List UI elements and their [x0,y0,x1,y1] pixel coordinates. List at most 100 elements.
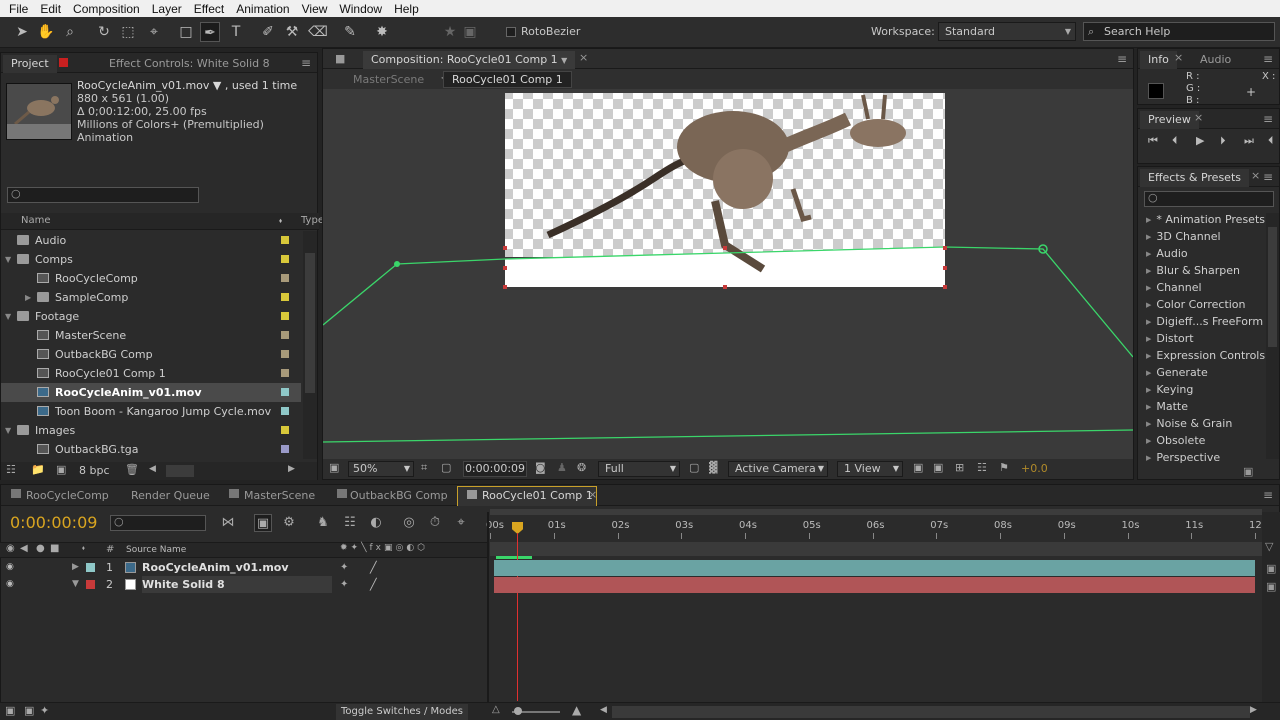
shy-switch-icon[interactable]: ✦ [340,576,348,593]
eye-icon[interactable]: ◉ [6,576,14,593]
label-color-swatch[interactable] [281,236,289,244]
twirl-icon[interactable]: ▶ [72,559,79,576]
mask-visibility-icon[interactable]: ▢ [441,461,451,474]
panel-menu-icon[interactable]: ≡ [301,56,311,70]
label-color-swatch[interactable] [281,274,289,282]
show-snapshot-icon[interactable]: ♟ [557,461,567,474]
always-preview-icon[interactable]: ▣ [329,461,339,474]
label-tag-icon[interactable]: ⬪ [279,214,282,228]
project-item[interactable]: MasterScene [1,326,301,345]
comp-mini-flowchart-icon[interactable]: ⋈ [219,514,237,532]
tab-project[interactable]: Project [3,55,57,73]
rotate-tool-icon[interactable]: ↻ [94,22,114,42]
project-item[interactable]: Toon Boom - Kangaroo Jump Cycle.mov [1,402,301,421]
new-composition-icon[interactable]: ▣ [56,463,66,476]
scroll-left-icon[interactable]: ◀ [149,464,156,474]
tab-effects-presets[interactable]: Effects & Presets [1140,169,1249,187]
previous-frame-icon[interactable]: ⏴ [1172,134,1178,148]
hand-tool-icon[interactable]: ✋ [36,22,56,42]
layer-keyframe-icon[interactable]: ▣ [1266,562,1276,575]
effects-category[interactable]: Perspective [1146,449,1220,463]
timeline-search-input[interactable] [110,515,206,531]
puppet-pin-tool-icon[interactable]: ✸ [372,22,392,42]
quality-switch-icon[interactable]: ╱ [370,559,377,576]
project-item[interactable]: ▼ Comps [1,250,301,269]
effects-category[interactable]: Keying [1146,381,1193,398]
tab-roocycle01-comp[interactable]: RooCycle01 Comp 1 [474,487,601,505]
close-icon[interactable]: × [1251,169,1260,182]
graph-editor-icon[interactable]: ⌖ [452,514,470,532]
effects-scrollbar[interactable] [1266,213,1279,459]
zoom-out-icon[interactable]: △ [492,704,500,715]
pixel-aspect-icon[interactable]: ▣ [913,461,923,474]
auto-keyframe-icon[interactable]: ⏱ [426,514,444,532]
close-icon[interactable]: × [1194,111,1203,124]
label-color-swatch[interactable] [281,312,289,320]
effects-category[interactable]: * Animation Presets [1146,211,1265,228]
breadcrumb-masterscene[interactable]: MasterScene [353,73,424,86]
new-bin-icon[interactable]: ▣ [1243,465,1253,478]
effects-search-input[interactable] [1144,191,1274,207]
delete-icon[interactable]: 🗑 [125,463,139,476]
expanded-twirl-icon[interactable]: ▼ [5,307,11,326]
layer-label-color[interactable] [86,580,95,589]
quality-switch-icon[interactable]: ╱ [370,576,377,593]
expand-modes-icon[interactable]: ▣ [24,704,34,717]
project-item[interactable]: OutbackBG.tga [1,440,301,459]
panel-menu-icon[interactable]: ≡ [1263,112,1273,126]
effects-category[interactable]: Blur & Sharpen [1146,262,1240,279]
fast-previews-icon[interactable]: ▣ [933,461,943,474]
layer-label-color[interactable] [86,563,95,572]
project-item[interactable]: ▼ Footage [1,307,301,326]
camera-tool-icon[interactable]: ⬚ [118,22,138,42]
twirl-icon[interactable]: ▼ [72,576,79,593]
brush-tool-icon[interactable]: ✐ [258,22,278,42]
pan-behind-tool-icon[interactable]: ⌖ [144,22,164,42]
expand-time-icon[interactable]: ✦ [40,704,49,717]
label-color-swatch[interactable] [281,255,289,263]
label-color-swatch[interactable] [281,369,289,377]
work-area-range[interactable] [490,542,1262,556]
label-color-swatch[interactable] [281,293,289,301]
menu-file[interactable]: File [3,2,34,16]
work-area-bar[interactable] [490,509,1262,515]
transparency-grid-icon[interactable]: ▓ [709,461,717,474]
footage-name[interactable]: RooCycleAnim_v01.mov ▼ , used 1 time [77,79,297,92]
timeline-icon[interactable]: ⊞ [955,461,964,474]
grid-icon[interactable]: ⌗ [421,461,427,475]
menu-composition[interactable]: Composition [67,2,146,16]
menu-effect[interactable]: Effect [188,2,230,16]
live-update-icon[interactable]: ▣ [254,514,272,532]
search-help-input[interactable]: ⌕ Search Help [1083,22,1275,41]
project-scrollbar[interactable] [303,231,317,459]
flowchart-icon[interactable]: ☷ [977,461,987,474]
layer-keyframe-icon[interactable]: ▣ [1266,580,1276,593]
panel-menu-icon[interactable]: ≡ [1263,52,1273,66]
zoom-slider-handle[interactable] [514,707,522,715]
effects-category[interactable]: Noise & Grain [1146,415,1232,432]
menu-edit[interactable]: Edit [34,2,67,16]
timeline-layer-row[interactable]: ◉ ▶ 1 RooCycleAnim_v01.mov ✦ ╱ [0,559,488,576]
pen-tool-icon[interactable]: ✒ [200,22,220,42]
panel-menu-icon[interactable]: ≡ [1263,170,1273,184]
rectangle-tool-icon[interactable]: □ [176,22,196,42]
effects-category[interactable]: Obsolete [1146,432,1205,449]
project-item[interactable]: ▼ Images [1,421,301,440]
project-scrollbar-thumb[interactable] [305,253,315,393]
scroll-left-icon[interactable]: ◀ [600,705,607,715]
lock-icon[interactable]: ■ [335,52,345,65]
menu-animation[interactable]: Animation [230,2,295,16]
layer-name[interactable]: RooCycleAnim_v01.mov [142,559,332,576]
menu-help[interactable]: Help [388,2,425,16]
shy-switch-icon[interactable]: ✦ [340,559,348,576]
eye-icon[interactable]: ◉ [6,559,14,576]
expanded-twirl-icon[interactable]: ▼ [5,250,11,269]
motion-blur-icon[interactable]: ◐ [367,514,385,532]
current-time-field[interactable]: 0:00:00:09 [463,461,527,477]
label-color-swatch[interactable] [281,407,289,415]
reset-exposure-icon[interactable]: ⚑ [999,461,1009,474]
project-item[interactable]: OutbackBG Comp [1,345,301,364]
draft-3d-icon[interactable]: ⚙ [280,514,298,532]
brainstorm-icon[interactable]: ◎ [400,514,418,532]
exposure-value[interactable]: +0.0 [1021,462,1048,475]
